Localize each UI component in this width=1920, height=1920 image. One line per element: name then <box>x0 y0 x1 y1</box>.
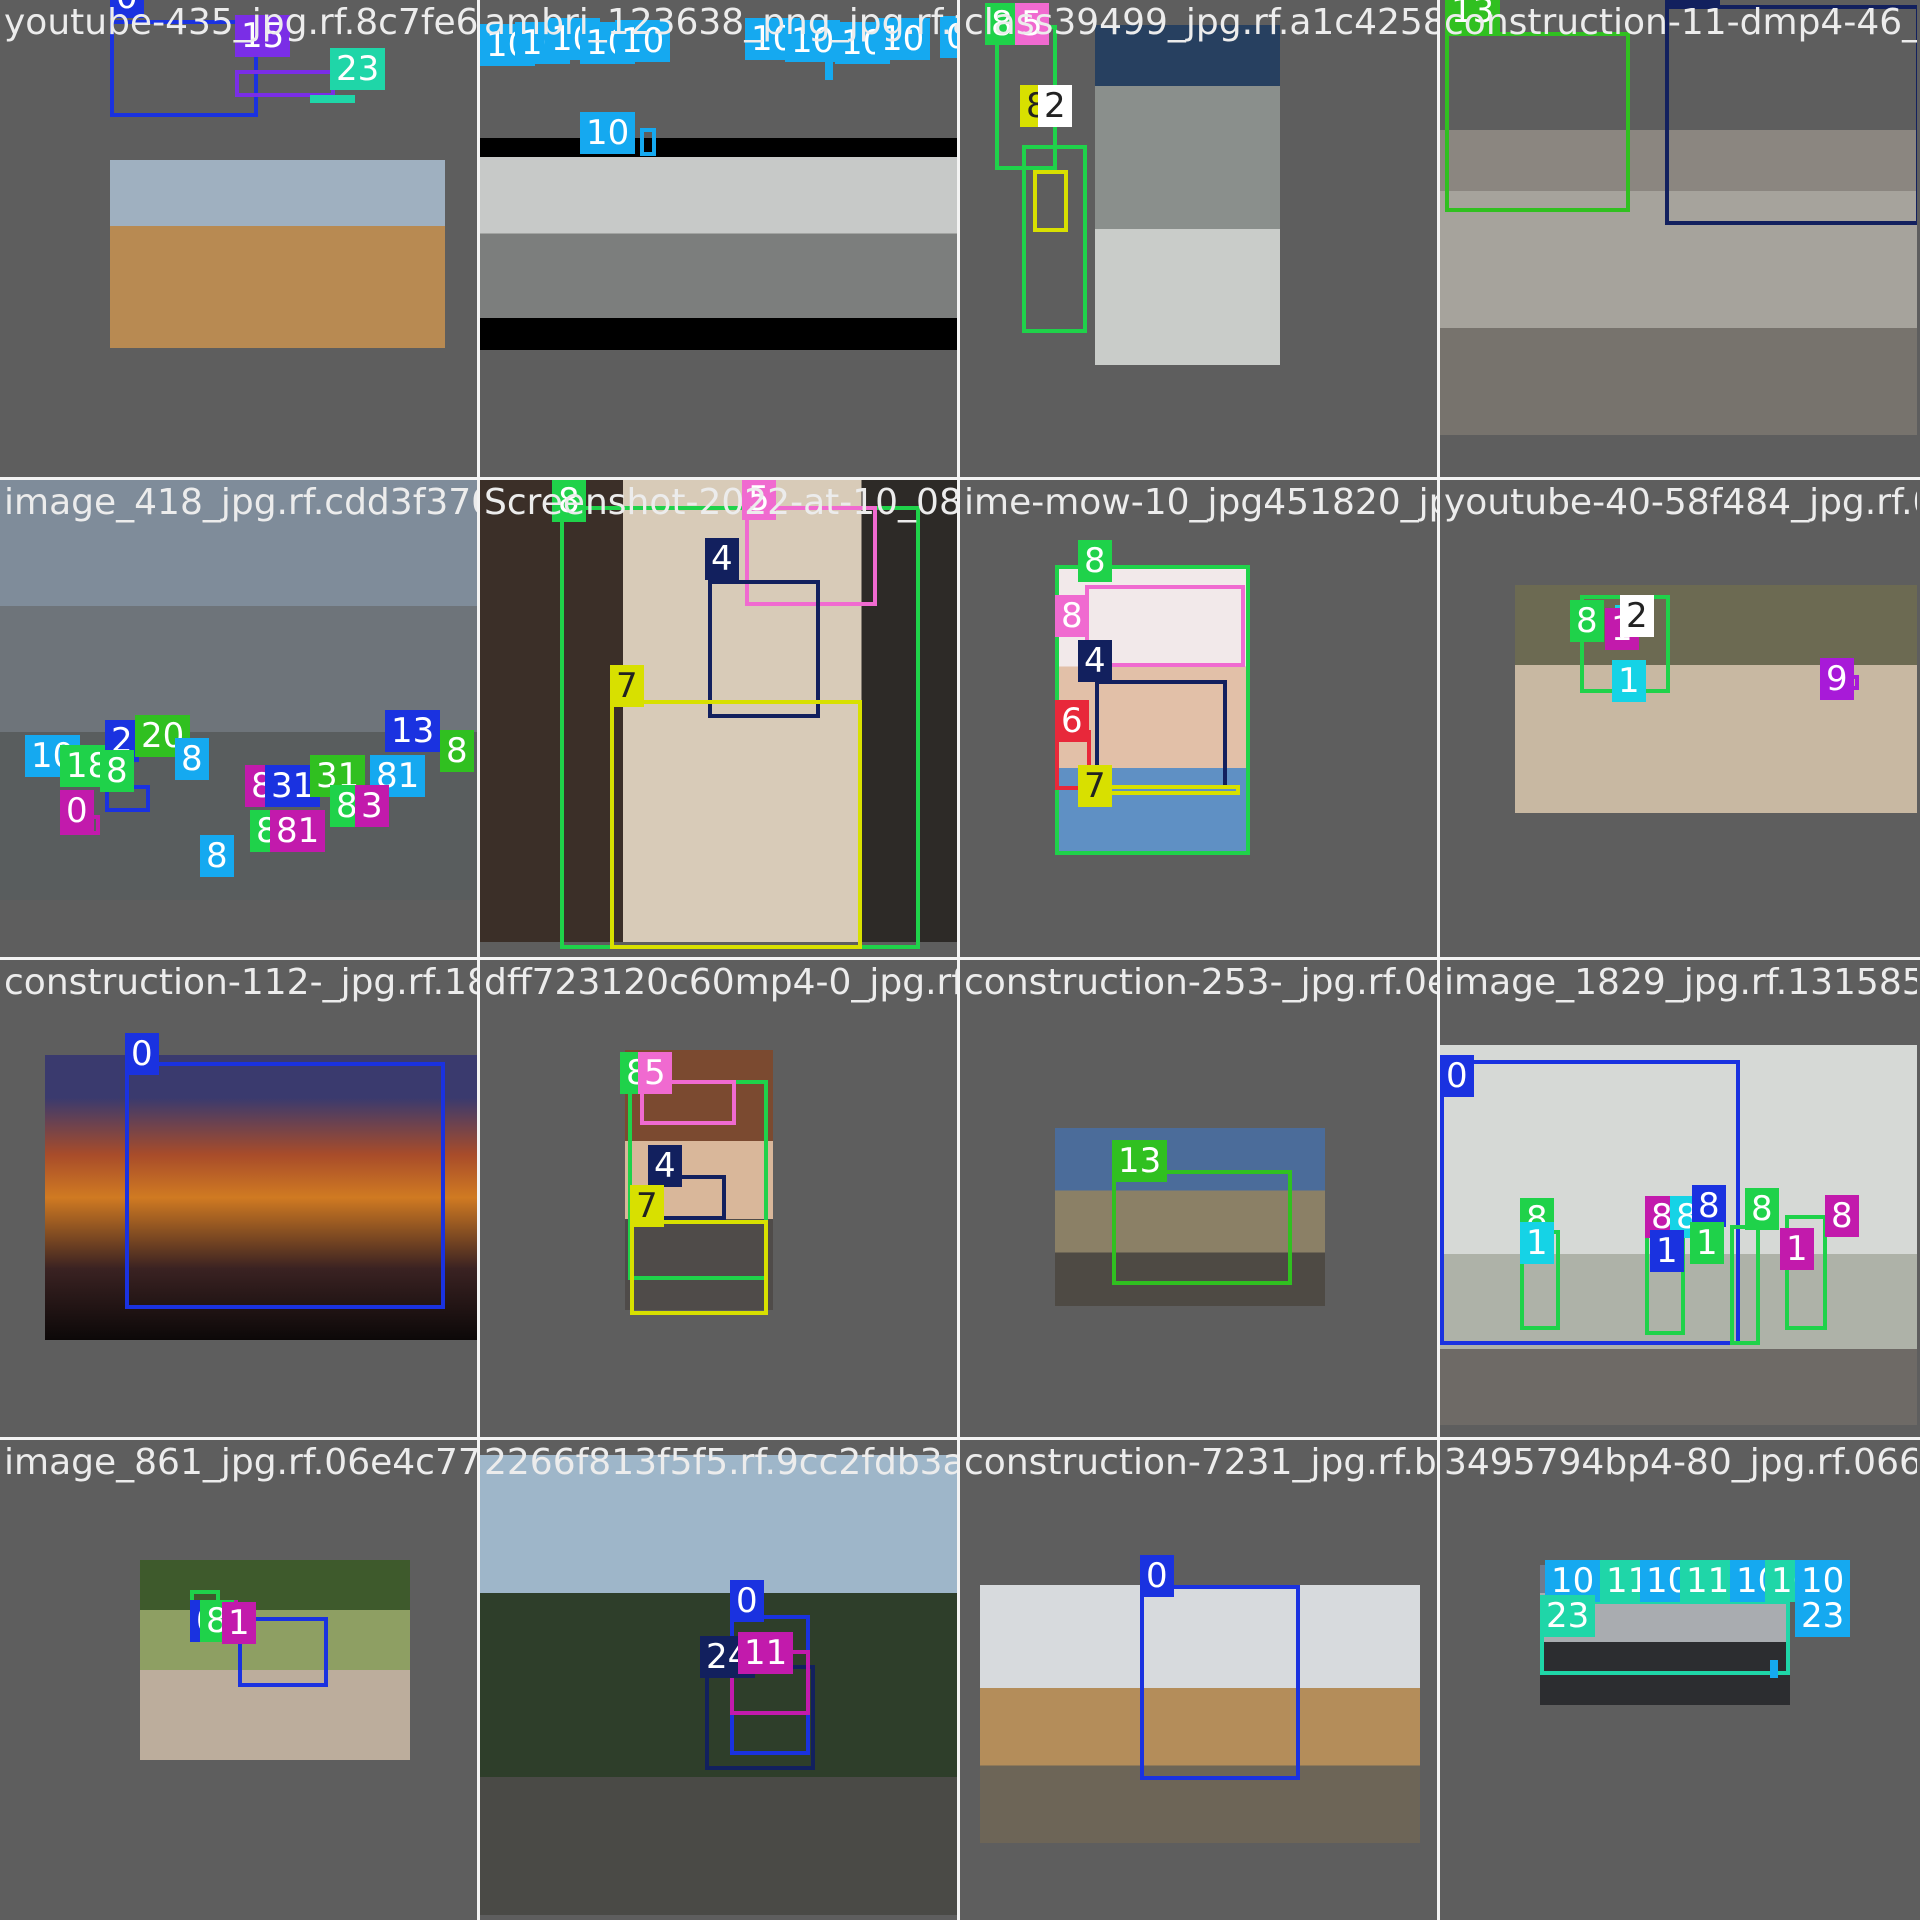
bounding-box <box>1095 680 1227 789</box>
cell-filename: dff723120c60mp4-0_jpg.rf.1f8f <box>484 962 957 1003</box>
class-label: 8 <box>200 835 234 877</box>
cell-filename: image_418_jpg.rf.cdd3f37075bba6bb0302f02… <box>4 482 477 523</box>
class-label: 10 <box>580 112 636 154</box>
cell-filename: youtube-435_jpg.rf.8c7fe6bba5d1b3333c8ba <box>4 2 477 43</box>
class-label: 0 <box>125 1033 159 1075</box>
bounding-box <box>310 95 355 103</box>
mosaic-cell: ambri_123638_png_jpg.rf.a105cb3e09e08d07… <box>480 0 957 477</box>
class-label: 1 <box>1520 1222 1554 1264</box>
grid-divider <box>957 0 960 1920</box>
class-label: 4 <box>1078 640 1112 682</box>
photo-scaffold-worker <box>1095 25 1280 365</box>
photo-city-construction-site <box>0 480 477 900</box>
class-label: 8 <box>1570 600 1604 642</box>
class-label: 9 <box>1820 658 1854 700</box>
class-label: 0 <box>730 1580 764 1622</box>
class-label: 8 <box>440 730 474 772</box>
mosaic-cell: ime-mow-10_jpg451820_jpg.rf.0f172aa38846… <box>960 480 1437 957</box>
mosaic-cell: 2266f813f5f5.rf.9cc2fdb3ab72ae02411 <box>480 1440 957 1917</box>
cell-filename: construction-11-dmp4-46_jpg <box>1444 2 1917 43</box>
photo-excavator-on-dirt <box>110 160 445 348</box>
class-label: 81 <box>270 810 326 852</box>
cell-filename: ime-mow-10_jpg451820_jpg.rf.0f172aa3 <box>964 482 1437 523</box>
mosaic-cell: dff723120c60mp4-0_jpg.rf.1f8f8547 <box>480 960 957 1437</box>
mosaic-cell: image_418_jpg.rf.cdd3f37075bba6bb0302f02… <box>0 480 477 957</box>
mosaic-cell: construction-11-dmp4-46_jpg1324 <box>1440 0 1917 477</box>
class-label: 8 <box>1055 595 1089 637</box>
class-label: 2 <box>1038 85 1072 127</box>
mosaic-cell: youtube-40-58f484_jpg.rf.0f172aa381219 <box>1440 480 1917 957</box>
class-label: 7 <box>610 665 644 707</box>
grid-divider <box>1437 0 1440 1920</box>
bounding-box <box>1033 170 1068 232</box>
class-label: 23 <box>330 48 386 90</box>
class-label: 8 <box>1692 1185 1726 1227</box>
class-label: 1 <box>1612 660 1646 702</box>
cell-filename: construction-112-_jpg.rf.187dff72 <box>4 962 477 1003</box>
mosaic-cell: image_861_jpg.rf.06e4c778b081 <box>0 1440 477 1917</box>
class-label: 8 <box>175 738 209 780</box>
mosaic-cell: 3495794bp4-80_jpg.rf.066c8 10 11 10 110 10 10 1… <box>1440 1440 1917 1917</box>
cell-filename: image_861_jpg.rf.06e4c778b <box>4 1442 477 1483</box>
bounding-box <box>1445 32 1630 212</box>
bounding-box <box>630 1220 768 1315</box>
mosaic-cell: construction-7231_jpg.rf.b77fa 0 <box>960 1440 1437 1917</box>
class-label: 13 <box>385 710 441 752</box>
bounding-box <box>640 128 656 156</box>
cell-filename: youtube-40-58f484_jpg.rf.0f172aa3 <box>1444 482 1917 523</box>
mosaic-cell: construction-112-_jpg.rf.187dff72 0 <box>0 960 477 1437</box>
class-label: 4 <box>705 538 739 580</box>
class-label: 0 <box>1140 1555 1174 1597</box>
bounding-box <box>1730 1225 1760 1345</box>
class-label: 8 <box>1825 1195 1859 1237</box>
class-label: 1 <box>222 1602 256 1644</box>
cell-filename: Screenshot-2022-at-10_08-AM-how-10_jpg <box>484 482 957 523</box>
class-label: 0 <box>60 790 94 832</box>
mosaic-cell: image_1829_jpg.rf.1315854008888881111 <box>1440 960 1917 1437</box>
cell-filename: 2266f813f5f5.rf.9cc2fdb3ab72ae <box>484 1442 957 1483</box>
class-label: 13 <box>1112 1140 1168 1182</box>
class-label: 5 <box>638 1052 672 1094</box>
photo-parking-lot-cones <box>480 138 957 350</box>
cell-filename: ambri_123638_png_jpg.rf.a105cb3e09e08d07… <box>484 2 957 43</box>
cell-filename: 3495794bp4-80_jpg.rf.066c8 <box>1444 1442 1917 1483</box>
bounding-box <box>610 700 862 949</box>
bounding-box <box>1112 1170 1292 1285</box>
bounding-box <box>235 70 335 97</box>
bounding-box <box>1090 785 1240 795</box>
cell-filename: image_1829_jpg.rf.13158540 <box>1444 962 1917 1003</box>
class-label: 23 <box>1795 1595 1851 1637</box>
grid-divider <box>477 0 480 1920</box>
class-label: 1 <box>1690 1222 1724 1264</box>
bounding-box <box>1140 1585 1300 1780</box>
bounding-box <box>1770 1660 1778 1678</box>
bounding-box <box>708 580 820 718</box>
class-label: 1 <box>1650 1230 1684 1272</box>
class-label: 0 <box>1440 1055 1474 1097</box>
class-label: 8 <box>1745 1188 1779 1230</box>
class-label: 2 <box>1620 595 1654 637</box>
mosaic-cell: Screenshot-2022-at-10_08-AM-how-10_jpg85… <box>480 480 957 957</box>
class-label: 1 <box>1780 1228 1814 1270</box>
class-label: 23 <box>1540 1595 1596 1637</box>
cell-filename: construction-7231_jpg.rf.b77fa <box>964 1442 1437 1483</box>
mosaic-cell: construction-253-_jpg.rf.0ef4b67e 13 <box>960 960 1437 1437</box>
class-label: 3 <box>355 785 389 827</box>
cell-filename: class39499_jpg.rf.a1c4258718bea8814f-dmp <box>964 2 1437 43</box>
class-label: 7 <box>1078 765 1112 807</box>
cell-filename: construction-253-_jpg.rf.0ef4b67e <box>964 962 1437 1003</box>
class-label: 8 <box>1078 540 1112 582</box>
bounding-box <box>125 1062 445 1309</box>
mosaic-cell: class39499_jpg.rf.a1c4258718bea8814f-dmp… <box>960 0 1437 477</box>
class-label: 11 <box>738 1632 794 1674</box>
class-label: 7 <box>630 1185 664 1227</box>
mosaic-grid: youtube-435_jpg.rf.8c7fe6bba5d1b3333c8ba… <box>0 0 1920 1920</box>
class-label: 6 <box>1055 700 1089 742</box>
class-label: 4 <box>648 1145 682 1187</box>
class-label: 8 <box>100 750 134 792</box>
mosaic-cell: youtube-435_jpg.rf.8c7fe6bba5d1b3333c8ba… <box>0 0 477 477</box>
